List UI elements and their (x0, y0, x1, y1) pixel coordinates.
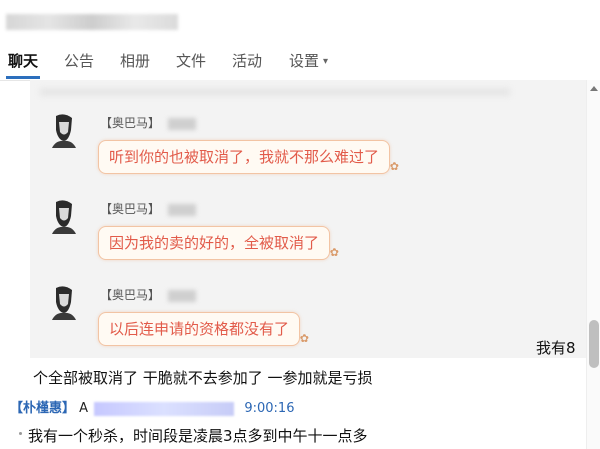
sender-name: 【奥巴马】 (100, 286, 197, 303)
tab-chat[interactable]: 聊天 (5, 50, 41, 79)
tab-announcement[interactable]: 公告 (64, 50, 94, 71)
blurred-sender-id (168, 289, 197, 302)
tab-settings-label: 设置 (289, 52, 320, 70)
sender-label: 【奥巴马】 (100, 116, 161, 130)
tab-album[interactable]: 相册 (120, 50, 150, 71)
scrollbar-thumb[interactable] (589, 320, 599, 368)
chevron-down-icon: ▾ (323, 56, 329, 67)
bubble-decoration-icon: ✿ (389, 160, 400, 173)
blurred-sender-id (168, 117, 197, 130)
bubble-text: 因为我的卖的好的，全被取消了 (109, 234, 320, 252)
avatar-icon (44, 282, 84, 322)
bubble-text: 以后连申请的资格都没有了 (109, 320, 290, 338)
message-bubble: 以后连申请的资格都没有了 ✿ (98, 312, 309, 346)
message-text: 我有一个秒杀，时间段是凌晨3点多到中午十一点多 (28, 427, 368, 445)
sender-ident-letter: A (79, 401, 89, 416)
sender-name: 【奥巴马】 (100, 200, 197, 217)
tab-bar: 聊天 公告 相册 文件 活动 设置 ▾ (0, 44, 600, 81)
bullet-dot-icon (19, 432, 22, 435)
message-header: 【朴槿惠】 A 9:00:16 (10, 397, 294, 417)
bubble-text: 听到你的也被取消了，我就不那么难过了 (109, 148, 380, 166)
message-fragment: 我有8 (536, 339, 576, 357)
sender-label: 【奥巴马】 (100, 288, 161, 302)
sender-label: 【奥巴马】 (100, 202, 161, 216)
blurred-sender-id (94, 401, 235, 416)
bubble-decoration-icon: ✿ (299, 332, 310, 345)
tab-settings[interactable]: 设置 ▾ (289, 50, 328, 71)
avatar-icon (44, 196, 84, 236)
message-bubble: 因为我的卖的好的，全被取消了 ✿ (98, 226, 339, 260)
chat-scrollbar[interactable] (586, 80, 600, 449)
message-bubble: 听到你的也被取消了，我就不那么难过了 ✿ (98, 140, 399, 174)
tab-activity[interactable]: 活动 (232, 50, 262, 71)
tab-files[interactable]: 文件 (176, 50, 206, 71)
message-time: 9:00:16 (244, 401, 295, 416)
message-text: 个全部被取消了 干脆就不去参加了 一参加就是亏损 (33, 369, 373, 387)
avatar-icon (44, 110, 84, 150)
bubble-decoration-icon: ✿ (329, 246, 340, 259)
sender-name[interactable]: 【朴槿惠】 (10, 401, 75, 416)
blurred-group-title (6, 14, 178, 30)
scroll-up-arrow-icon[interactable] (590, 86, 598, 91)
title-bar (0, 0, 600, 40)
chat-screenshot-image[interactable]: 【奥巴马】 听到你的也被取消了，我就不那么难过了 ✿ 【奥巴马】 因为我的卖的好… (30, 80, 590, 358)
blurred-sender-id (168, 203, 197, 216)
sender-name: 【奥巴马】 (100, 114, 197, 131)
image-top-strip (40, 88, 510, 96)
